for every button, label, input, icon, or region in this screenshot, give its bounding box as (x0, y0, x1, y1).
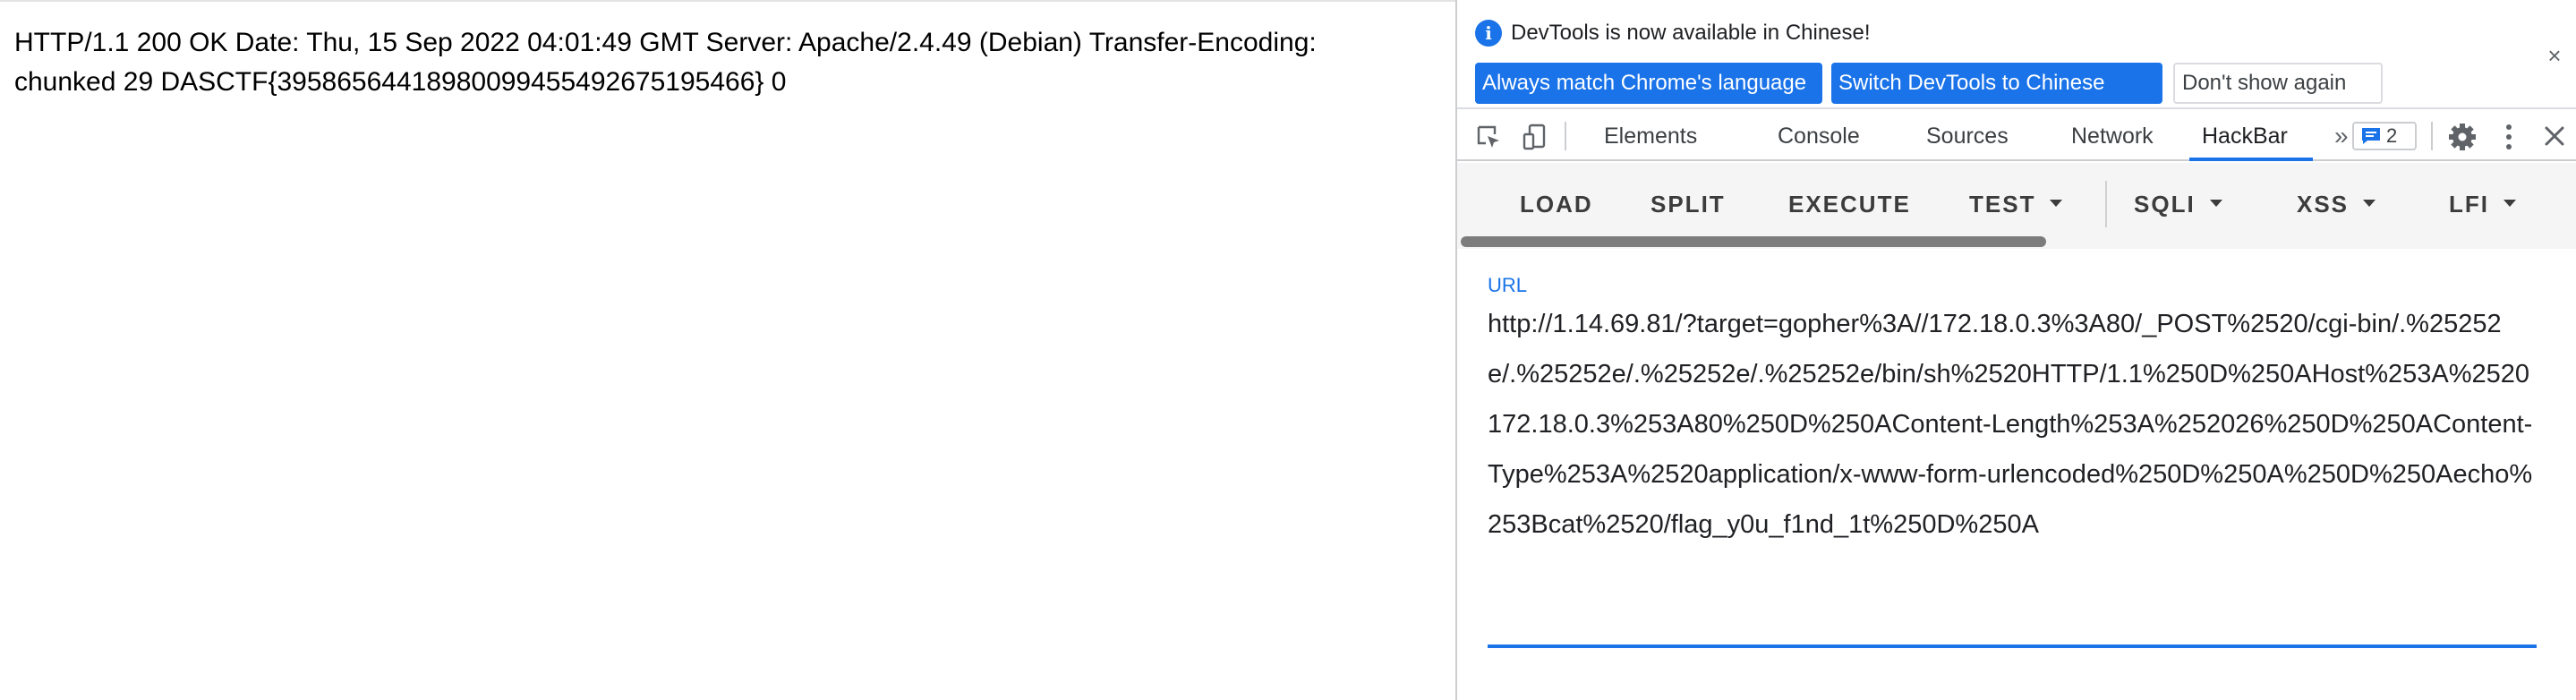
info-icon: i (1475, 20, 1502, 47)
infobar-message: DevTools is now available in Chinese! (1511, 21, 1871, 45)
split-button[interactable]: SPLIT (1651, 188, 1726, 220)
sqli-label: SQLI (2134, 191, 2196, 218)
url-field-underline (1488, 645, 2537, 648)
caret-down-icon (2209, 200, 2222, 208)
hackbar-toolbar: LOAD SPLIT EXECUTE TEST SQLI XSS LFI (1457, 163, 2576, 245)
tab-hackbar[interactable]: HackBar (2202, 111, 2288, 159)
language-infobar: i DevTools is now available in Chinese! … (1457, 0, 2576, 109)
toolbar-divider (1565, 122, 1566, 150)
active-tab-indicator (2189, 158, 2313, 161)
execute-button[interactable]: EXECUTE (1788, 188, 1911, 220)
lfi-label: LFI (2449, 191, 2489, 218)
always-match-language-button[interactable]: Always match Chrome's language (1475, 63, 1822, 104)
url-textarea[interactable]: http://1.14.69.81/?target=gopher%3A//172… (1488, 299, 2544, 550)
page-viewport: HTTP/1.1 200 OK Date: Thu, 15 Sep 2022 0… (0, 0, 1455, 700)
test-label: TEST (1969, 191, 2036, 218)
dont-show-again-button[interactable]: Don't show again (2173, 63, 2383, 104)
xss-menu-button[interactable]: XSS (2297, 188, 2376, 220)
issues-badge[interactable]: 2 (2352, 122, 2417, 150)
sqli-menu-button[interactable]: SQLI (2134, 188, 2222, 220)
issues-count: 2 (2386, 124, 2398, 147)
xss-label: XSS (2297, 191, 2350, 218)
caret-down-icon (2503, 200, 2516, 208)
toolbar-scrollbar[interactable] (1461, 236, 2046, 247)
tab-sources[interactable]: Sources (1926, 111, 2009, 159)
load-button[interactable]: LOAD (1520, 188, 1593, 220)
caret-down-icon (2050, 200, 2063, 208)
toolbar-divider (2431, 122, 2433, 150)
inspect-icon[interactable] (1475, 124, 1502, 150)
devtools-panel: i DevTools is now available in Chinese! … (1455, 0, 2576, 700)
url-label: URL (1488, 274, 1528, 296)
test-menu-button[interactable]: TEST (1969, 188, 2063, 220)
response-text: HTTP/1.1 200 OK Date: Thu, 15 Sep 2022 0… (14, 28, 1317, 97)
device-toggle-icon[interactable] (1522, 124, 1548, 150)
devtools-tabbar: Elements Console Sources Network HackBar… (1457, 111, 2576, 161)
switch-to-chinese-button[interactable]: Switch DevTools to Chinese (1831, 63, 2162, 104)
chat-icon (2362, 128, 2380, 144)
toolbar-divider (2105, 181, 2107, 227)
tab-console[interactable]: Console (1778, 111, 1860, 159)
kebab-menu-icon[interactable] (2503, 122, 2515, 152)
caret-down-icon (2363, 200, 2376, 208)
tab-elements[interactable]: Elements (1604, 111, 1697, 159)
more-tabs-chevron-icon[interactable]: » (2334, 111, 2349, 159)
tab-network[interactable]: Network (2071, 111, 2154, 159)
gear-icon[interactable] (2447, 122, 2478, 152)
close-icon[interactable] (2540, 122, 2569, 150)
lfi-menu-button[interactable]: LFI (2449, 188, 2516, 220)
close-infobar-icon[interactable]: × (2542, 43, 2567, 68)
